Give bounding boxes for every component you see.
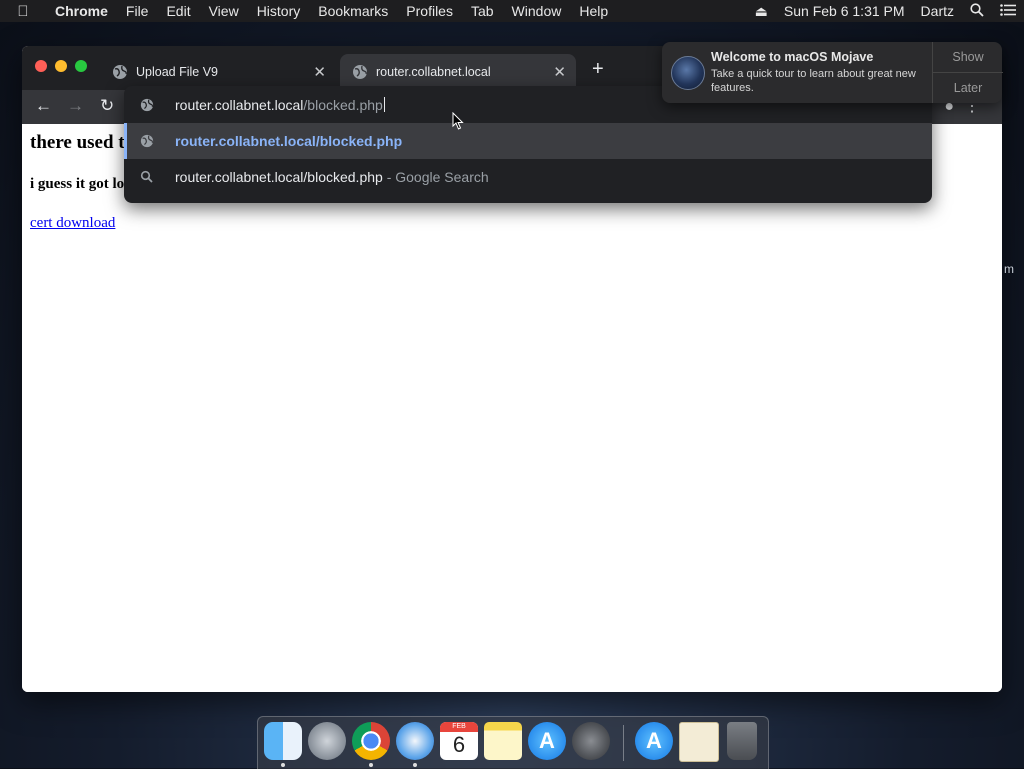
menu-view[interactable]: View: [200, 3, 248, 19]
search-icon: [140, 170, 153, 183]
menu-history[interactable]: History: [248, 3, 310, 19]
window-maximize-button[interactable]: [75, 60, 87, 72]
notification-actions: Show Later: [932, 42, 1003, 103]
running-indicator: [369, 763, 373, 767]
back-arrow-icon[interactable]: ←: [35, 96, 52, 116]
notification-banner[interactable]: Welcome to macOS Mojave Take a quick tou…: [662, 42, 1003, 103]
menu-bookmarks[interactable]: Bookmarks: [309, 3, 397, 19]
tab-title: router.collabnet.local: [376, 65, 491, 79]
menu-tab[interactable]: Tab: [462, 3, 503, 19]
safari-icon[interactable]: [396, 722, 434, 760]
eject-icon[interactable]: ⏏: [747, 3, 776, 20]
finder-icon[interactable]: [264, 722, 302, 760]
notification-center-icon[interactable]: [992, 3, 1024, 19]
trash-icon[interactable]: [727, 722, 757, 760]
running-indicator: [281, 763, 285, 767]
running-indicator: [413, 763, 417, 767]
menu-window[interactable]: Window: [503, 3, 571, 19]
user-name[interactable]: Dartz: [913, 3, 962, 19]
app-store-icon[interactable]: A: [528, 722, 566, 760]
menu-bar:  Chrome File Edit View History Bookmark…: [0, 0, 1024, 22]
suggestion-text: router.collabnet.local/blocked.php: [175, 169, 383, 185]
chrome-icon[interactable]: [352, 722, 390, 760]
tab-router-collabnet[interactable]: router.collabnet.local ✕: [340, 54, 576, 90]
globe-icon: [113, 65, 127, 79]
show-button[interactable]: Show: [933, 42, 1003, 73]
omnibox-suggestion-search[interactable]: router.collabnet.local/blocked.php - Goo…: [124, 159, 932, 195]
app-store-icon[interactable]: A: [635, 722, 673, 760]
notes-icon[interactable]: [484, 722, 522, 760]
notification-body: Take a quick tour to learn about great n…: [711, 68, 916, 94]
page-content: there used t i guess it got lo cert down…: [22, 124, 1002, 692]
menu-help[interactable]: Help: [570, 3, 617, 19]
tab-upload-file[interactable]: Upload File V9 ✕: [100, 54, 336, 90]
launchpad-icon[interactable]: [308, 722, 346, 760]
apple-menu-icon[interactable]: : [0, 3, 46, 20]
page-subheading: i guess it got lo: [30, 176, 125, 192]
close-tab-icon[interactable]: ✕: [553, 63, 566, 81]
selection-indicator: [124, 123, 127, 159]
page-heading: there used t: [30, 132, 125, 153]
omnibox-suggestion-url[interactable]: router.collabnet.local/blocked.php: [124, 123, 932, 159]
certificate-icon[interactable]: [679, 722, 719, 762]
globe-icon: [140, 134, 154, 148]
reload-icon[interactable]: ↻: [100, 96, 114, 116]
forward-arrow-icon[interactable]: →: [67, 96, 84, 116]
typed-text: router.collabnet.local: [175, 97, 304, 113]
spotlight-search-icon[interactable]: [962, 2, 992, 20]
globe-icon: [353, 65, 367, 79]
calendar-month: FEB: [440, 722, 478, 732]
menu-file[interactable]: File: [117, 3, 158, 19]
close-tab-icon[interactable]: ✕: [313, 63, 326, 81]
dock-separator: [623, 725, 624, 761]
menu-app[interactable]: Chrome: [46, 3, 117, 19]
globe-icon: [140, 98, 154, 112]
inline-autocomplete: /blocked.php: [303, 97, 383, 113]
dock: FEB 6 A A: [257, 716, 769, 769]
menu-edit[interactable]: Edit: [157, 3, 199, 19]
desktop-edge-text: m: [1004, 262, 1014, 276]
tab-title: Upload File V9: [136, 65, 218, 79]
text-caret: [383, 97, 385, 112]
omnibox-dropdown: router.collabnet.local/blocked.php route…: [124, 86, 932, 203]
window-close-button[interactable]: [35, 60, 47, 72]
macos-mojave-icon: [671, 56, 705, 90]
calendar-day: 6: [452, 732, 466, 757]
mouse-cursor-icon: [452, 112, 464, 130]
notification-title: Welcome to macOS Mojave: [711, 50, 874, 64]
later-button[interactable]: Later: [933, 73, 1003, 103]
menubar-status-area: ⏏ Sun Feb 6 1:31 PM Dartz: [747, 0, 1024, 22]
suggestion-text: router.collabnet.local/blocked.php: [175, 133, 403, 149]
menu-profiles[interactable]: Profiles: [397, 3, 462, 19]
new-tab-plus-icon[interactable]: +: [592, 58, 604, 81]
clock[interactable]: Sun Feb 6 1:31 PM: [776, 3, 913, 19]
suggestion-suffix: - Google Search: [386, 169, 489, 185]
system-preferences-icon[interactable]: [572, 722, 610, 760]
calendar-icon[interactable]: FEB 6: [440, 722, 478, 760]
window-minimize-button[interactable]: [55, 60, 67, 72]
cert-download-link[interactable]: cert download: [30, 215, 115, 232]
